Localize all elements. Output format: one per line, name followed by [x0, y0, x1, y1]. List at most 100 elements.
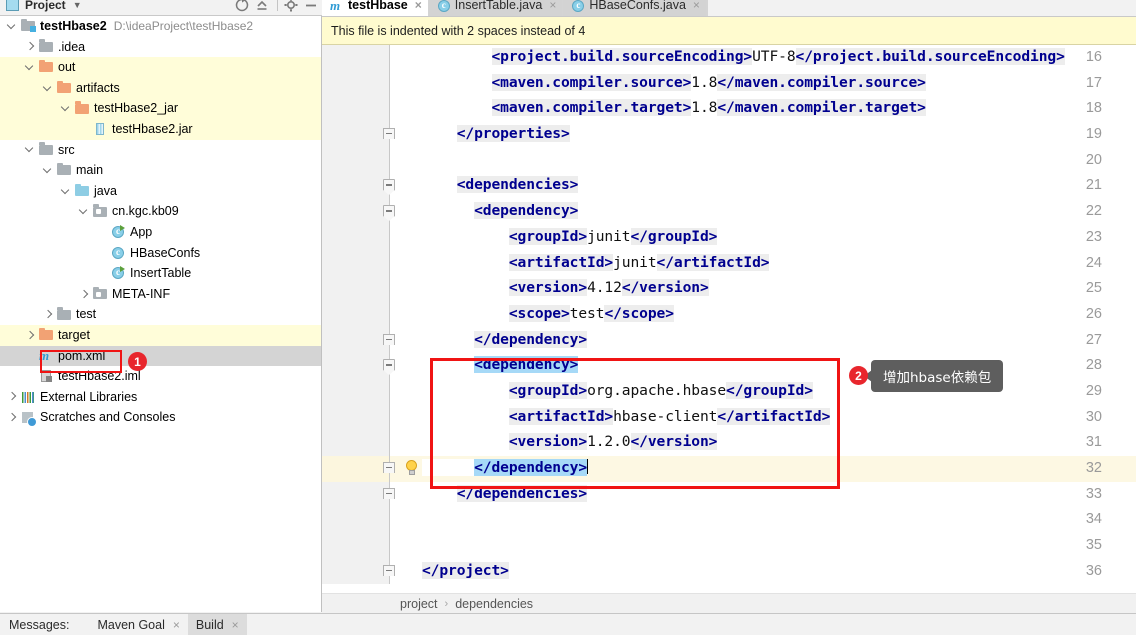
- editor-gutter[interactable]: [322, 301, 390, 328]
- code-line[interactable]: 25 <version>4.12</version>: [322, 276, 1136, 302]
- chevron-right-icon[interactable]: [6, 411, 19, 424]
- tree-item-testhbase2-jar[interactable]: testHbase2.jar: [0, 118, 321, 140]
- tree-item-external-libraries[interactable]: External Libraries: [0, 387, 321, 408]
- editor-gutter[interactable]: [322, 147, 390, 174]
- chevron-down-icon[interactable]: ▼: [73, 0, 82, 10]
- fold-end-icon[interactable]: [383, 333, 396, 346]
- editor-gutter[interactable]: [322, 122, 390, 148]
- chevron-down-icon[interactable]: [24, 61, 37, 74]
- editor-gutter[interactable]: [322, 224, 390, 251]
- chevron-right-icon[interactable]: [6, 390, 19, 403]
- chevron-down-icon[interactable]: [60, 102, 73, 115]
- tree-item-target[interactable]: target: [0, 324, 321, 346]
- chevron-right-icon[interactable]: [78, 288, 91, 301]
- editor-gutter[interactable]: [322, 533, 390, 559]
- code-line[interactable]: 21 <dependencies>: [322, 173, 1136, 200]
- tree-item-inserttable[interactable]: InsertTable: [0, 263, 321, 284]
- code-line[interactable]: 24 <artifactId>junit</artifactId>: [322, 250, 1136, 277]
- code-line[interactable]: 36 </project>: [322, 558, 1136, 585]
- editor-gutter[interactable]: [322, 276, 390, 302]
- status-tab-build[interactable]: Build ×: [187, 613, 247, 635]
- editor-gutter[interactable]: [322, 481, 390, 508]
- editor-tab-bar[interactable]: mtestHbase×InsertTable.java×HBaseConfs.j…: [322, 0, 1136, 17]
- code-line[interactable]: 23 <groupId>junit</groupId>: [322, 224, 1136, 251]
- breadcrumb[interactable]: project › dependencies: [322, 593, 1136, 613]
- chevron-down-icon[interactable]: [42, 82, 55, 95]
- fold-end-icon[interactable]: [383, 564, 396, 577]
- code-line[interactable]: 17 <maven.compiler.source>1.8</maven.com…: [322, 70, 1136, 97]
- tree-item-src[interactable]: src: [0, 140, 321, 161]
- editor-tab-testhbase[interactable]: m testHbase ×: [322, 0, 429, 16]
- tree-item-pom-xml[interactable]: m pom.xml: [0, 345, 321, 367]
- fold-start-icon[interactable]: [383, 204, 396, 222]
- tree-item-out[interactable]: out: [0, 57, 321, 78]
- tree-item-testhbase2-iml[interactable]: testHbase2.iml: [0, 366, 321, 387]
- editor-gutter[interactable]: [322, 378, 390, 405]
- chevron-right-icon[interactable]: [24, 329, 37, 342]
- code-line[interactable]: 22 <dependency>: [322, 199, 1136, 225]
- fold-start-icon[interactable]: [383, 358, 396, 376]
- tree-item-testhbase2[interactable]: testHbase2 D:\ideaProject\testHbase2: [0, 16, 321, 37]
- tree-item-main[interactable]: main: [0, 160, 321, 181]
- breadcrumb-item-project[interactable]: project: [400, 597, 438, 611]
- tree-item--idea[interactable]: .idea: [0, 37, 321, 58]
- fold-start-icon[interactable]: [383, 178, 396, 196]
- close-icon[interactable]: ×: [173, 618, 180, 632]
- tree-item-artifacts[interactable]: artifacts: [0, 77, 321, 99]
- editor-gutter[interactable]: [322, 199, 390, 225]
- fold-end-icon[interactable]: [383, 487, 396, 500]
- code-line[interactable]: 18 <maven.compiler.target>1.8</maven.com…: [322, 96, 1136, 123]
- editor-gutter[interactable]: [322, 507, 390, 534]
- code-line[interactable]: 29 <groupId>org.apache.hbase</groupId>: [322, 378, 1136, 405]
- close-icon[interactable]: ×: [693, 0, 700, 12]
- editor-gutter[interactable]: [322, 353, 390, 379]
- chevron-down-icon[interactable]: [78, 205, 91, 218]
- code-line[interactable]: 31 <version>1.2.0</version>: [322, 430, 1136, 456]
- code-line[interactable]: 32 </dependency>: [322, 456, 1136, 482]
- code-line[interactable]: 34: [322, 507, 1136, 534]
- chevron-down-icon[interactable]: [60, 185, 73, 198]
- chevron-down-icon[interactable]: [6, 20, 19, 33]
- intention-bulb-icon[interactable]: [404, 460, 419, 476]
- code-line[interactable]: 30 <artifactId>hbase-client</artifactId>: [322, 404, 1136, 431]
- status-tab-maven-goal[interactable]: Maven Goal ×: [89, 614, 187, 635]
- tree-item-testhbase2-jar[interactable]: testHbase2_jar: [0, 98, 321, 119]
- editor-gutter[interactable]: [322, 404, 390, 431]
- editor-tab-inserttable-java[interactable]: InsertTable.java ×: [428, 0, 564, 16]
- code-editor[interactable]: 16 <project.build.sourceEncoding>UTF-8</…: [322, 45, 1136, 593]
- close-icon[interactable]: ×: [415, 0, 422, 12]
- code-line[interactable]: 33 </dependencies>: [322, 481, 1136, 508]
- code-line[interactable]: 26 <scope>test</scope>: [322, 301, 1136, 328]
- refresh-icon[interactable]: [233, 0, 251, 14]
- hide-icon[interactable]: [302, 0, 320, 14]
- editor-gutter[interactable]: [322, 327, 390, 354]
- project-tree[interactable]: testHbase2 D:\ideaProject\testHbase2 .idea…: [0, 16, 321, 612]
- chevron-right-icon[interactable]: [24, 40, 37, 53]
- code-line[interactable]: 27 </dependency>: [322, 327, 1136, 354]
- editor-gutter[interactable]: [322, 456, 390, 482]
- editor-gutter[interactable]: [322, 45, 390, 71]
- chevron-down-icon[interactable]: [42, 164, 55, 177]
- editor-gutter[interactable]: [322, 250, 390, 277]
- chevron-down-icon[interactable]: [24, 143, 37, 156]
- status-tab-group[interactable]: Maven Goal × Build ×: [89, 613, 247, 635]
- editor-gutter[interactable]: [322, 430, 390, 456]
- editor-gutter[interactable]: [322, 558, 390, 585]
- tree-item-meta-inf[interactable]: META-INF: [0, 284, 321, 305]
- tree-item-cn-kgc-kb09[interactable]: cn.kgc.kb09: [0, 201, 321, 222]
- editor-tab-hbaseconfs-java[interactable]: HBaseConfs.java ×: [563, 0, 707, 16]
- code-line[interactable]: 16 <project.build.sourceEncoding>UTF-8</…: [322, 45, 1136, 71]
- code-line[interactable]: 28 <dependency>: [322, 353, 1136, 379]
- close-icon[interactable]: ×: [549, 0, 556, 12]
- breadcrumb-item-dependencies[interactable]: dependencies: [455, 597, 533, 611]
- editor-gutter[interactable]: [322, 70, 390, 97]
- editor-gutter[interactable]: [322, 173, 390, 200]
- close-icon[interactable]: ×: [232, 618, 239, 632]
- chevron-right-icon[interactable]: [42, 308, 55, 321]
- tree-item-app[interactable]: App: [0, 222, 321, 243]
- tree-item-hbaseconfs[interactable]: HBaseConfs: [0, 243, 321, 264]
- code-line[interactable]: 20: [322, 147, 1136, 174]
- tree-item-java[interactable]: java: [0, 181, 321, 202]
- code-line[interactable]: 35: [322, 533, 1136, 559]
- fold-end-icon[interactable]: [383, 127, 396, 140]
